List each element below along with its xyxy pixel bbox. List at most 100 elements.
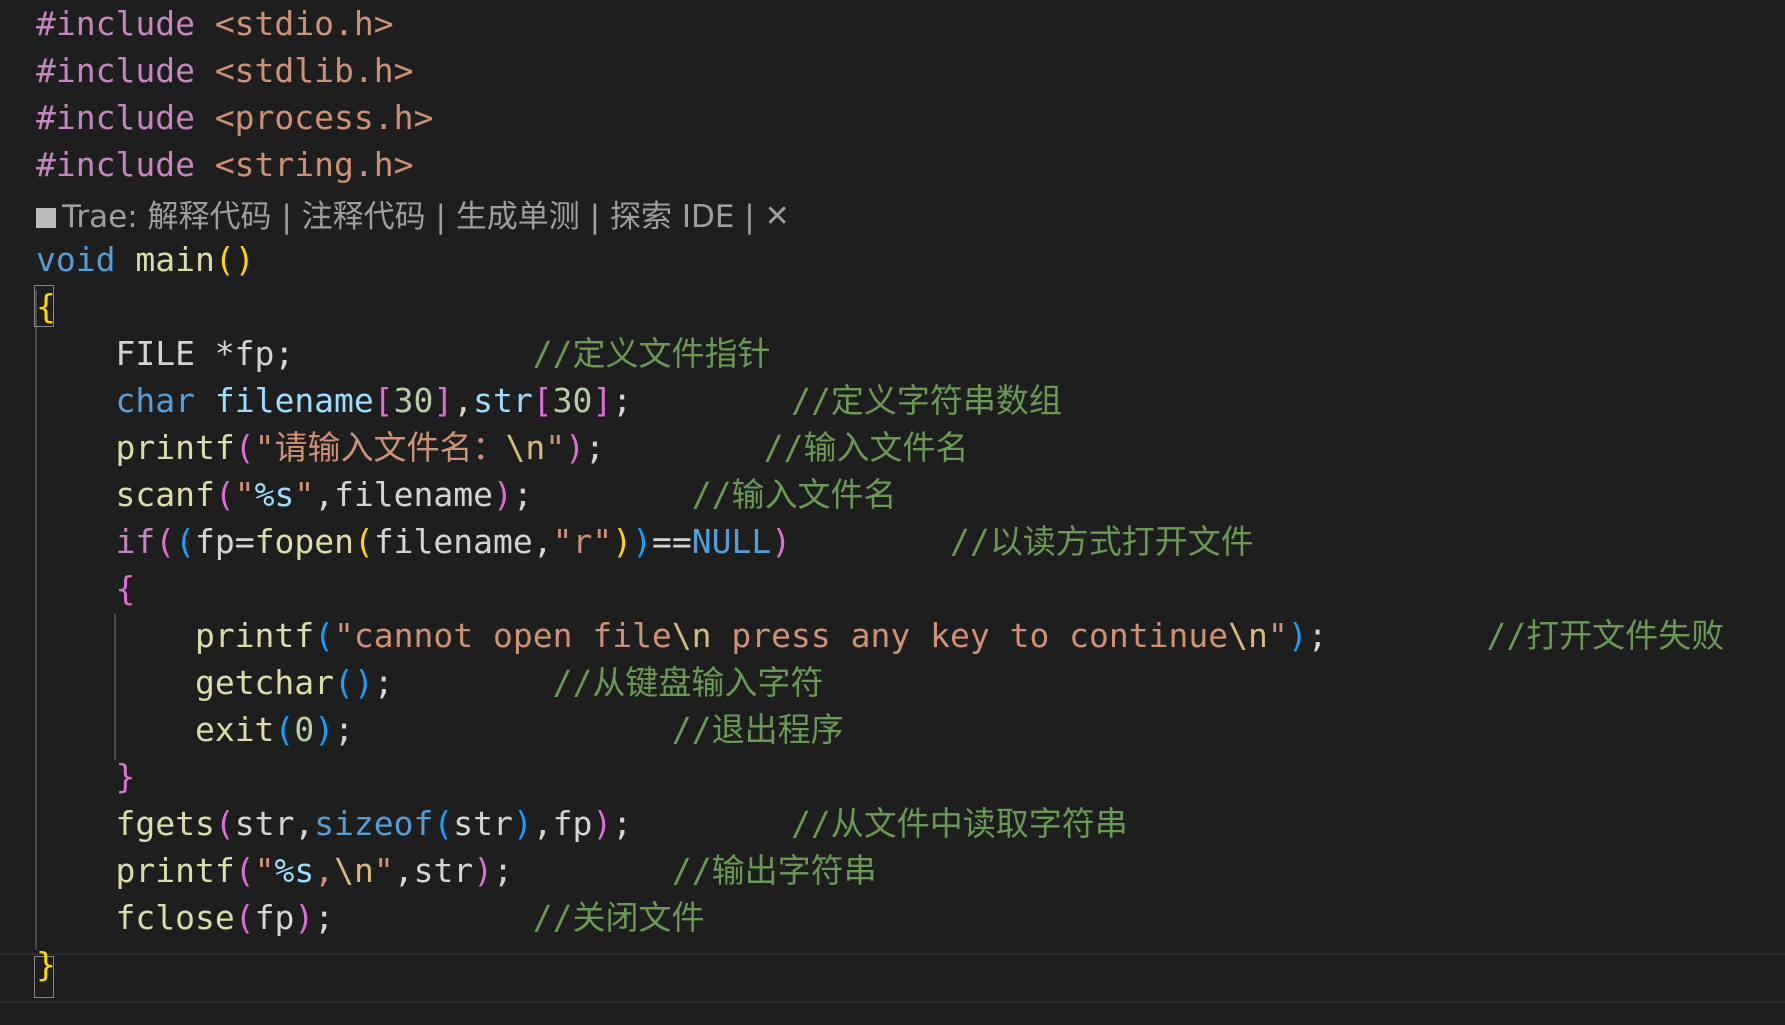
code-token: //从文件中读取字符串 — [791, 804, 1128, 843]
code-token: ) — [565, 428, 585, 467]
code-token: ) — [294, 898, 315, 937]
code-line[interactable]: exit(0); //退出程序 — [0, 706, 1785, 754]
code-token: ) — [314, 710, 335, 749]
code-line[interactable]: #include <process.h> — [0, 94, 1785, 142]
code-token: "r" — [552, 522, 613, 561]
code-line[interactable]: fclose(fp); //关闭文件 — [0, 894, 1785, 942]
code-line[interactable]: getchar(); //从键盘输入字符 — [0, 659, 1785, 707]
codelens-explain-link[interactable]: 解释代码 — [148, 193, 272, 241]
code-line[interactable]: #include <stdio.h> — [0, 0, 1785, 48]
code-token: main — [135, 240, 215, 279]
code-token: 30 — [552, 381, 593, 420]
code-token: } — [115, 757, 136, 796]
code-token: ,str — [393, 851, 474, 890]
code-token: //输入文件名 — [763, 428, 969, 467]
code-token: , — [314, 851, 335, 890]
code-line[interactable]: FILE *fp; //定义文件指针 — [0, 330, 1785, 378]
code-token: filename — [214, 381, 374, 420]
code-token: ( — [433, 804, 454, 843]
code-token: <process.h> — [214, 98, 434, 137]
code-token: () — [214, 240, 255, 279]
close-x-icon[interactable]: ✕ — [765, 193, 790, 241]
code-line[interactable]: if((fp=fopen(filename,"r"))==NULL) //以读方… — [0, 518, 1785, 566]
code-token: str — [473, 381, 533, 420]
code-token: press any key to continue — [711, 616, 1229, 655]
code-token: ; — [493, 851, 672, 890]
code-line[interactable]: scanf("%s",filename); //输入文件名 — [0, 471, 1785, 519]
code-editor[interactable]: Trae: 解释代码 | 注释代码 | 生成单测 | 探索 IDE | ✕ #i… — [0, 0, 1785, 1025]
code-token: ( — [234, 898, 255, 937]
code-token: <string.h> — [214, 145, 414, 184]
code-token: == — [651, 522, 692, 561]
code-token: " — [1267, 616, 1288, 655]
code-token: //定义文件指针 — [532, 334, 771, 373]
code-token: ) — [771, 522, 792, 561]
code-line[interactable]: void main() — [0, 236, 1785, 284]
code-token: fgets — [115, 804, 215, 843]
code-line[interactable]: #include <string.h> — [0, 141, 1785, 189]
codelens-separator: | — [271, 199, 302, 235]
codelens-unittest-link[interactable]: 生成单测 — [456, 193, 580, 241]
code-token: ; — [334, 710, 672, 749]
code-token: //退出程序 — [671, 710, 844, 749]
code-token: ( — [214, 804, 235, 843]
code-token: str — [453, 804, 513, 843]
code-token: <stdlib.h> — [214, 51, 414, 90]
code-token: } — [36, 945, 56, 984]
codelens-separator: | — [734, 199, 765, 235]
code-token: ) — [1287, 616, 1308, 655]
code-line[interactable]: char filename[30],str[30]; //定义字符串数组 — [0, 377, 1785, 425]
code-line[interactable]: } — [0, 753, 1785, 801]
code-token: fp= — [194, 522, 255, 561]
code-token: " — [373, 851, 394, 890]
code-line[interactable]: { — [0, 565, 1785, 613]
code-token: str, — [234, 804, 315, 843]
code-token: \n — [505, 428, 546, 467]
code-token: if — [115, 522, 156, 561]
code-token: char — [115, 381, 195, 420]
code-line[interactable]: fgets(str,sizeof(str),fp); //从文件中读取字符串 — [0, 800, 1785, 848]
code-token: fopen — [254, 522, 354, 561]
code-token: #include — [36, 98, 215, 137]
code-token: exit — [194, 710, 275, 749]
codelens-explore-ide-link[interactable]: 探索 IDE — [610, 193, 734, 241]
code-token: ( — [314, 616, 335, 655]
code-line[interactable]: #include <stdlib.h> — [0, 47, 1785, 95]
code-token: #include — [36, 51, 215, 90]
code-token: ; — [612, 381, 792, 420]
code-token: , — [453, 381, 474, 420]
codelens-comment-link[interactable]: 注释代码 — [302, 193, 426, 241]
code-token: //关闭文件 — [532, 898, 705, 937]
code-token: ; — [314, 898, 533, 937]
code-token: ; — [1307, 616, 1487, 655]
code-token: () — [334, 663, 374, 702]
code-token: scanf — [115, 475, 215, 514]
code-line[interactable]: } — [0, 941, 1785, 989]
code-line[interactable]: printf("请输入文件名：\n"); //输入文件名 — [0, 424, 1785, 472]
trae-codelens: Trae: 解释代码 | 注释代码 | 生成单测 | 探索 IDE | ✕ — [36, 193, 790, 241]
code-token: //定义字符串数组 — [791, 381, 1062, 420]
code-line[interactable]: printf("%s,\n",str); //输出字符串 — [0, 847, 1785, 895]
code-token: //以读方式打开文件 — [950, 522, 1254, 561]
code-token: [ — [532, 381, 553, 420]
code-token: ,fp — [532, 804, 593, 843]
code-token: filename, — [373, 522, 553, 561]
code-token: sizeof — [314, 804, 434, 843]
code-token: 30 — [393, 381, 434, 420]
code-line[interactable]: { — [0, 283, 1785, 331]
code-token: fp — [254, 898, 295, 937]
code-line[interactable]: printf("cannot open file\n press any key… — [0, 612, 1785, 660]
code-token: ) — [612, 522, 633, 561]
code-token: ( — [234, 851, 255, 890]
